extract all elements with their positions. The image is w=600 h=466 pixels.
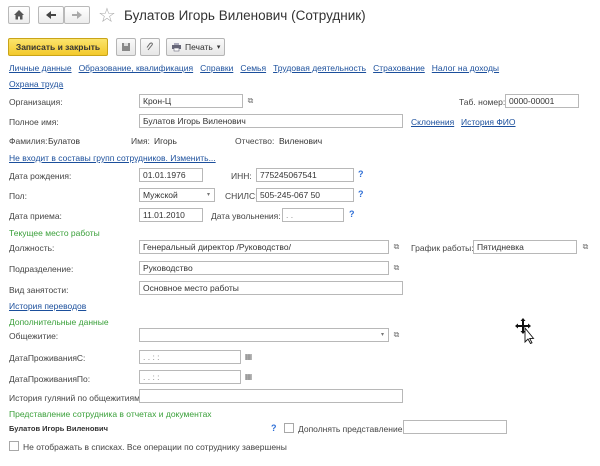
org-field[interactable]: Крон-Ц xyxy=(139,94,243,108)
dept-field[interactable]: Руководство xyxy=(139,261,389,275)
calendar-icon[interactable]: ▦ xyxy=(242,350,255,363)
attach-button[interactable] xyxy=(140,38,160,56)
hire-field[interactable]: 11.01.2010 xyxy=(139,208,203,222)
print-button[interactable]: Печать ▾ xyxy=(166,38,225,56)
print-label: Печать xyxy=(185,42,213,52)
patronymic-value: Виленович xyxy=(279,136,323,146)
chevron-down-icon: ▾ xyxy=(216,44,221,51)
fullname-field[interactable]: Булатов Игорь Виленович xyxy=(139,114,403,128)
snils-field[interactable]: 505-245-067 50 xyxy=(256,188,354,202)
tab-certificates[interactable]: Справки xyxy=(200,63,233,73)
tab-education[interactable]: Образование, квалификация xyxy=(79,63,194,73)
dismiss-label: Дата увольнения: xyxy=(211,211,281,221)
dept-label: Подразделение: xyxy=(9,264,74,274)
open-icon[interactable]: ⧉ xyxy=(390,328,403,341)
date-to-label: ДатаПроживанияПо: xyxy=(9,374,91,384)
save-icon xyxy=(122,43,130,51)
history-field[interactable] xyxy=(139,389,403,403)
tab-work[interactable]: Трудовая деятельность xyxy=(273,63,366,73)
open-icon[interactable]: ⧉ xyxy=(390,261,403,274)
chevron-down-icon[interactable]: ▾ xyxy=(376,328,389,341)
dismiss-help-icon[interactable]: ? xyxy=(349,209,355,219)
representation-help-icon[interactable]: ? xyxy=(271,423,277,433)
paperclip-icon xyxy=(146,42,153,51)
employment-label: Вид занятости: xyxy=(9,285,69,295)
open-icon[interactable]: ⧉ xyxy=(579,240,592,253)
name-value: Игорь xyxy=(154,136,177,146)
representation-value: Булатов Игорь Виленович xyxy=(9,424,108,433)
inn-label: ИНН: xyxy=(231,171,252,181)
printer-icon xyxy=(172,43,181,52)
schedule-field[interactable]: Пятидневка xyxy=(473,240,577,254)
forward-button[interactable] xyxy=(64,6,90,24)
name-label: Имя: xyxy=(131,136,150,146)
inn-help-icon[interactable]: ? xyxy=(358,169,364,179)
supplement-checkbox[interactable] xyxy=(284,423,294,433)
supplement-field[interactable] xyxy=(403,420,507,434)
inn-field[interactable]: 775245067541 xyxy=(256,168,354,182)
hide-checkbox[interactable] xyxy=(9,441,19,451)
extra-section-title: Дополнительные данные xyxy=(9,317,109,327)
open-icon[interactable]: ⧉ xyxy=(390,240,403,253)
hire-label: Дата приема: xyxy=(9,211,62,221)
home-icon xyxy=(14,10,24,20)
tab-insurance[interactable]: Страхование xyxy=(373,63,425,73)
birth-field[interactable]: 01.01.1976 xyxy=(139,168,203,182)
birth-label: Дата рождения: xyxy=(9,171,72,181)
dorm-select[interactable] xyxy=(139,328,389,342)
back-arrow-icon xyxy=(46,11,56,19)
gender-label: Пол: xyxy=(9,191,27,201)
chevron-down-icon[interactable]: ▾ xyxy=(202,188,215,201)
patronymic-label: Отчество: xyxy=(235,136,275,146)
page-title: Булатов Игорь Виленович (Сотрудник) xyxy=(124,8,366,23)
dorm-label: Общежитие: xyxy=(9,331,59,341)
position-label: Должность: xyxy=(9,243,55,253)
date-to-field[interactable]: . . : : xyxy=(139,370,241,384)
fullname-label: Полное имя: xyxy=(9,117,59,127)
date-from-field[interactable]: . . : : xyxy=(139,350,241,364)
supplement-label: Дополнять представление xyxy=(298,424,403,434)
snils-help-icon[interactable]: ? xyxy=(358,189,364,199)
work-section-title: Текущее место работы xyxy=(9,228,100,238)
forward-arrow-icon xyxy=(72,11,82,19)
fio-history-link[interactable]: История ФИО xyxy=(461,117,516,127)
declensions-link[interactable]: Склонения xyxy=(411,117,454,127)
tab-labor-safety[interactable]: Охрана труда xyxy=(9,79,63,89)
org-label: Организация: xyxy=(9,97,63,107)
save-button[interactable] xyxy=(116,38,136,56)
surname-label: Фамилия: xyxy=(9,136,48,146)
move-cursor-icon xyxy=(515,318,535,344)
calendar-icon[interactable]: ▦ xyxy=(242,370,255,383)
snils-label: СНИЛС: xyxy=(225,191,258,201)
tab-family[interactable]: Семья xyxy=(240,63,266,73)
save-close-button[interactable]: Записать и закрыть xyxy=(8,38,108,56)
home-button[interactable] xyxy=(8,6,30,24)
hide-label: Не отображать в списках. Все операции по… xyxy=(23,442,287,452)
tab-personal[interactable]: Личные данные xyxy=(9,63,72,73)
tab-num-field[interactable]: 0000-00001 xyxy=(505,94,579,108)
dismiss-field[interactable]: . . xyxy=(282,208,344,222)
tabs-row: Личные данные Образование, квалификация … xyxy=(9,63,499,73)
representation-section-title: Представление сотрудника в отчетах и док… xyxy=(9,409,212,419)
groups-link[interactable]: Не входит в составы групп сотрудников. И… xyxy=(9,153,216,163)
employment-field[interactable]: Основное место работы xyxy=(139,281,403,295)
date-from-label: ДатаПроживанияС: xyxy=(9,353,86,363)
favorite-star-icon[interactable]: ☆ xyxy=(98,3,116,28)
open-icon[interactable]: ⧉ xyxy=(244,94,257,107)
tab-tax[interactable]: Налог на доходы xyxy=(432,63,499,73)
back-button[interactable] xyxy=(38,6,64,24)
history-label: История гуляний по общежитиям: xyxy=(9,393,143,403)
tab-num-label: Таб. номер: xyxy=(459,97,506,107)
schedule-label: График работы: xyxy=(411,243,474,253)
transfers-link[interactable]: История переводов xyxy=(9,301,86,311)
surname-value: Булатов xyxy=(48,136,80,146)
position-field[interactable]: Генеральный директор /Руководство/ xyxy=(139,240,389,254)
